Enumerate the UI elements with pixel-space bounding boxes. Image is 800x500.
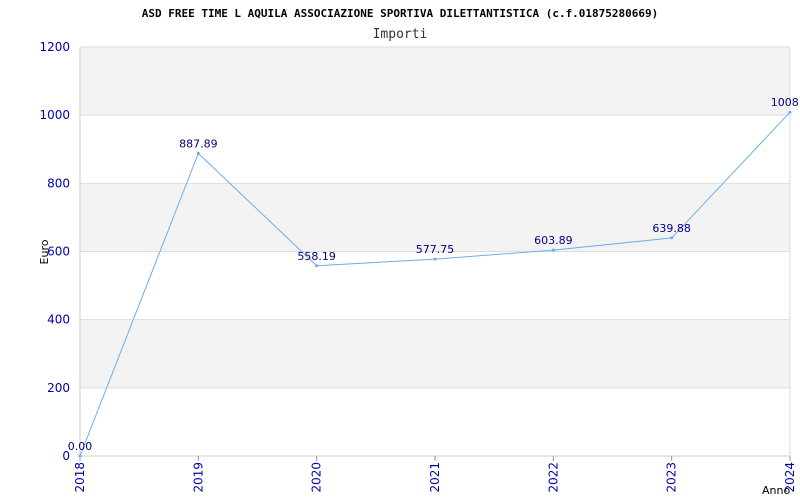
data-label: 1008.7 [771,96,800,109]
data-point [670,236,674,240]
plot-band [80,319,790,388]
y-tick-label: 800 [47,176,70,190]
x-tick-label: 2018 [73,462,87,493]
data-point [78,454,82,458]
plot-band [80,387,790,456]
plot-band [80,251,790,320]
data-label: 577.75 [416,243,455,256]
y-axis-label: Euro [38,239,51,264]
chart-subtitle: Importi [373,27,428,42]
y-tick-label: 1000 [39,108,70,122]
y-tick-label: 200 [47,381,70,395]
x-axis-label: Anno [762,484,790,497]
data-label: 639.88 [652,222,691,235]
x-tick-label: 2021 [428,462,442,493]
line-chart: ASD FREE TIME L AQUILA ASSOCIAZIONE SPOR… [38,7,800,497]
y-tick-label: 1200 [39,40,70,54]
plot-band [80,183,790,252]
data-point [196,151,200,155]
data-point [788,110,792,114]
data-label: 558.19 [297,250,336,263]
x-tick-label: 2020 [310,462,324,493]
plot-band [80,47,790,116]
data-point [315,264,319,268]
data-label: 603.89 [534,234,573,247]
x-tick-label: 2019 [191,462,205,493]
x-tick-label: 2023 [665,462,679,493]
chart-title: ASD FREE TIME L AQUILA ASSOCIAZIONE SPOR… [142,7,659,20]
data-point [551,248,555,252]
x-axis-ticks: 2018 2019 2020 2021 2022 2023 2024 [73,456,797,493]
data-label: 887.89 [179,137,218,150]
y-tick-label: 400 [47,313,70,327]
data-label: 0.00 [68,440,93,453]
x-tick-label: 2022 [546,462,560,493]
data-point [433,257,437,261]
